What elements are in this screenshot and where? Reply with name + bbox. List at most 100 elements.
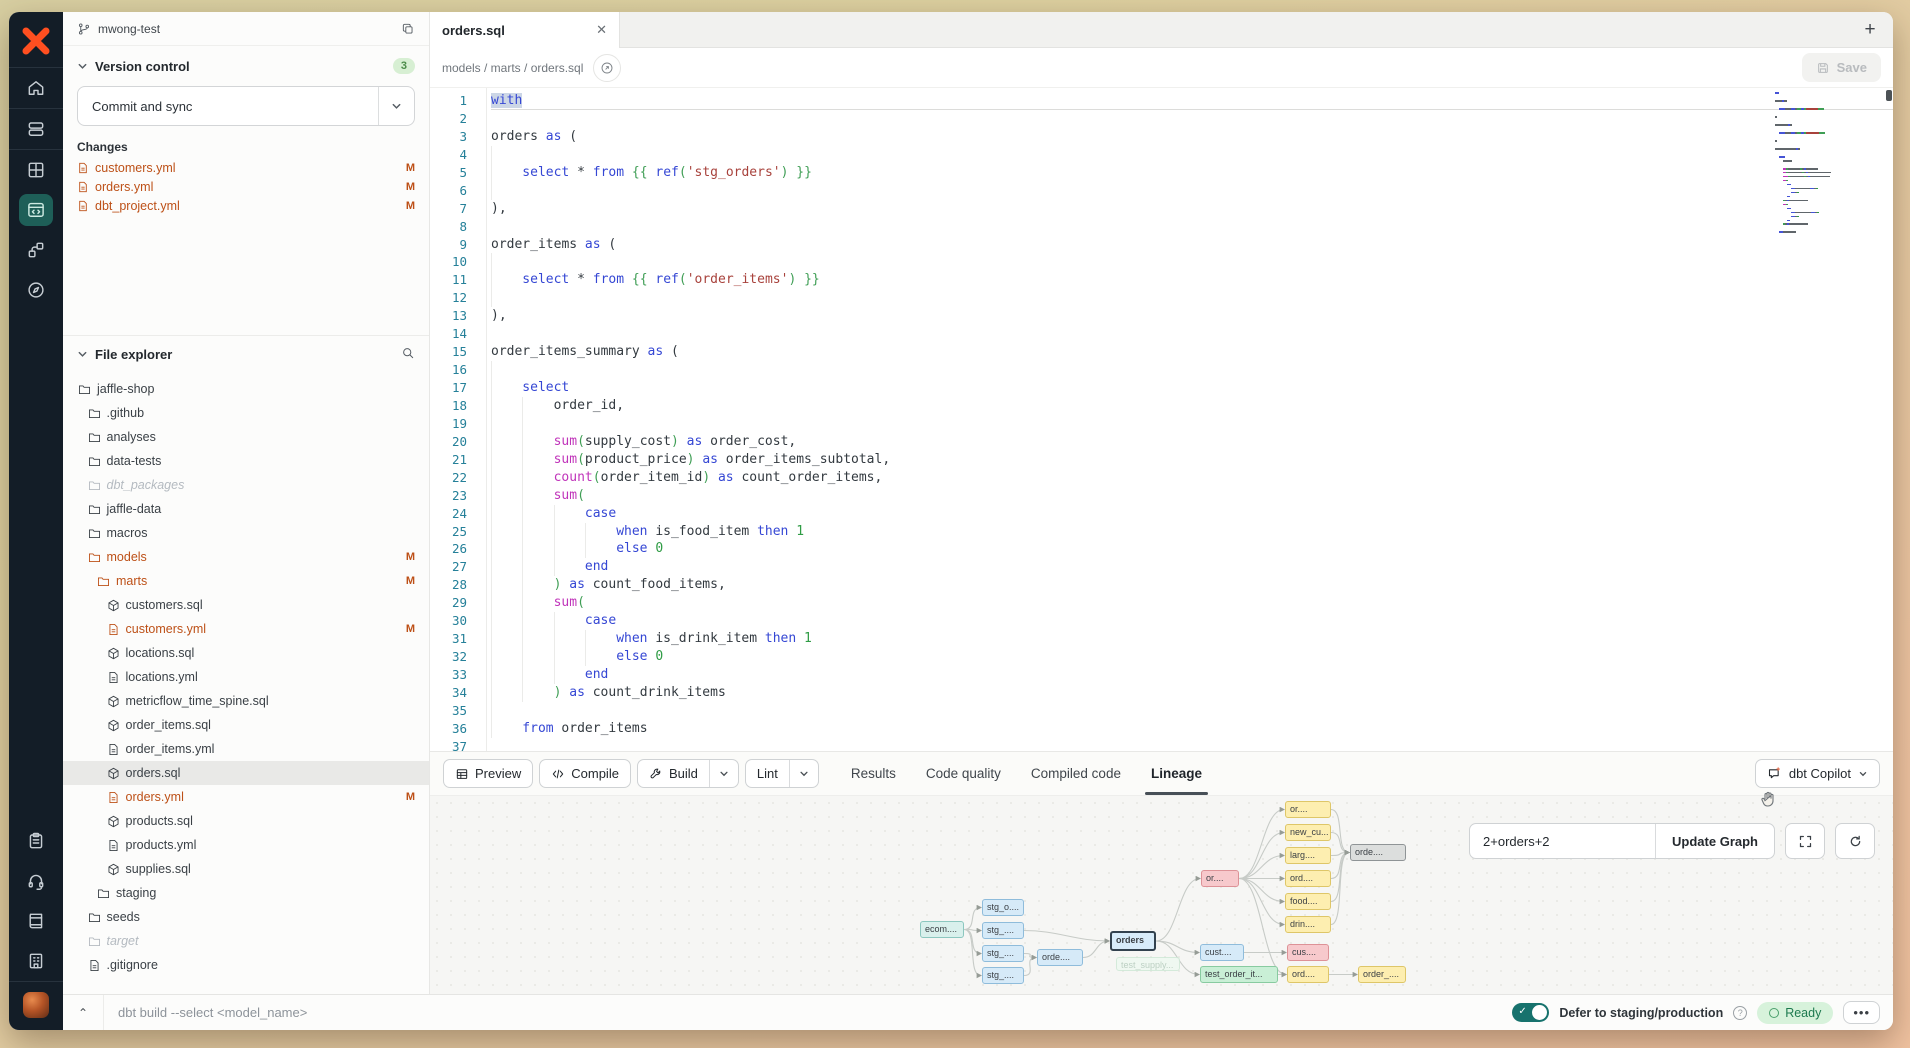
lineage-node-y_food[interactable]: food....: [1285, 893, 1331, 910]
building-icon[interactable]: [18, 941, 54, 981]
file-tree-item--gitignore[interactable]: .gitignore: [63, 953, 429, 977]
lineage-node-y_ord2[interactable]: ord....: [1287, 966, 1329, 983]
expand-command-chevron[interactable]: ⌃: [63, 1006, 103, 1020]
console-tab-code-quality[interactable]: Code quality: [926, 752, 1001, 795]
scrollbar-thumb[interactable]: [1886, 90, 1892, 101]
file-tree-item-analyses[interactable]: analyses: [63, 425, 429, 449]
lint-options-chevron[interactable]: [789, 760, 818, 787]
file-tree-item-metricflow-time-spine-sql[interactable]: metricflow_time_spine.sql: [63, 689, 429, 713]
console-tab-compiled-code[interactable]: Compiled code: [1031, 752, 1121, 795]
file-tree-item-staging[interactable]: staging: [63, 881, 429, 905]
fork-icon[interactable]: [18, 230, 54, 270]
version-control-header[interactable]: Version control 3: [63, 46, 429, 82]
file-tree-item-macros[interactable]: macros: [63, 521, 429, 545]
lineage-node-ghost[interactable]: test_supply...: [1116, 957, 1180, 971]
lineage-node-orders[interactable]: orders: [1110, 931, 1156, 951]
chevron-down-icon: [391, 101, 402, 112]
copy-icon[interactable]: [401, 22, 415, 36]
console-tab-results[interactable]: Results: [851, 752, 896, 795]
lineage-node-t_order[interactable]: test_order_it...: [1200, 966, 1278, 983]
save-button[interactable]: Save: [1802, 53, 1881, 82]
lineage-node-y_drin[interactable]: drin....: [1285, 916, 1331, 933]
minimap[interactable]: [1775, 92, 1879, 239]
file-tree-item-locations-sql[interactable]: locations.sql: [63, 641, 429, 665]
file-tree-item-supplies-sql[interactable]: supplies.sql: [63, 857, 429, 881]
file-tree-item-seeds[interactable]: seeds: [63, 905, 429, 929]
lineage-node-orde_l[interactable]: orde....: [1037, 949, 1083, 966]
file-tree-item-target[interactable]: target: [63, 929, 429, 953]
compile-button[interactable]: Compile: [539, 759, 631, 788]
lineage-node-y_larg[interactable]: larg....: [1285, 847, 1331, 864]
graph-selector-input[interactable]: 2+orders+2: [1470, 824, 1656, 858]
preview-button[interactable]: Preview: [443, 759, 533, 788]
lineage-node-stg_2[interactable]: stg_....: [982, 945, 1024, 962]
update-graph-button[interactable]: Update Graph: [1656, 824, 1774, 858]
command-input[interactable]: dbt build --select <model_name>: [104, 1005, 321, 1020]
console-tab-lineage[interactable]: Lineage: [1151, 752, 1202, 795]
file-tree-item-customers-sql[interactable]: customers.sql: [63, 593, 429, 617]
lineage-node-or_pink[interactable]: or....: [1201, 870, 1239, 887]
code-content[interactable]: withorders as (select * from {{ ref('stg…: [487, 88, 1893, 751]
file-tree-item-data-tests[interactable]: data-tests: [63, 449, 429, 473]
lint-button[interactable]: Lint: [746, 760, 789, 787]
dbt-logo-icon[interactable]: [20, 25, 52, 57]
file-tree-item-customers-yml[interactable]: customers.ymlM: [63, 617, 429, 641]
user-avatar[interactable]: [23, 992, 49, 1018]
file-tree-item-models[interactable]: modelsM: [63, 545, 429, 569]
new-tab-button[interactable]: +: [1847, 12, 1893, 47]
home-icon[interactable]: [18, 68, 54, 108]
dbt-copilot-button[interactable]: dbt Copilot: [1755, 759, 1880, 788]
commit-and-sync-select[interactable]: Commit and sync: [77, 86, 415, 126]
file-tree-item-order-items-sql[interactable]: order_items.sql: [63, 713, 429, 737]
code-editor-icon[interactable]: [19, 194, 53, 226]
build-button[interactable]: Build: [638, 760, 709, 787]
changed-file-row[interactable]: dbt_project.ymlM: [63, 196, 429, 215]
lineage-node-gray[interactable]: orde....: [1350, 844, 1406, 861]
code-editor[interactable]: 1234567891011121314151617181920212223242…: [430, 88, 1893, 751]
changed-file-row[interactable]: customers.ymlM: [63, 158, 429, 177]
lineage-node-y_or[interactable]: or....: [1285, 801, 1331, 818]
defer-toggle[interactable]: ✓: [1512, 1003, 1549, 1022]
changed-file-row[interactable]: orders.ymlM: [63, 177, 429, 196]
file-explorer-header[interactable]: File explorer: [63, 336, 429, 369]
lineage-node-y_newcu[interactable]: new_cu...: [1285, 824, 1331, 841]
editor-scrollbar[interactable]: [1884, 88, 1893, 751]
grid-icon[interactable]: [18, 150, 54, 190]
file-tree-item-order-items-yml[interactable]: order_items.yml: [63, 737, 429, 761]
file-tree-item-orders-yml[interactable]: orders.ymlM: [63, 785, 429, 809]
file-tree-item-jaffle-data[interactable]: jaffle-data: [63, 497, 429, 521]
file-search-button[interactable]: [401, 346, 415, 363]
git-branch-row[interactable]: mwong-test: [63, 12, 429, 46]
book-icon[interactable]: [18, 901, 54, 941]
file-tree-item-marts[interactable]: martsM: [63, 569, 429, 593]
file-tree-item-jaffle-shop[interactable]: jaffle-shop: [63, 377, 429, 401]
file-tree-item-dbt-packages[interactable]: dbt_packages: [63, 473, 429, 497]
help-icon[interactable]: ?: [1733, 1006, 1747, 1020]
lineage-node-stg_o[interactable]: stg_o....: [982, 899, 1024, 916]
more-options-button[interactable]: •••: [1843, 1001, 1880, 1024]
lineage-node-y_ord[interactable]: ord....: [1285, 870, 1331, 887]
lineage-node-stg_3[interactable]: stg_....: [982, 967, 1024, 984]
file-tree-item--github[interactable]: .github: [63, 401, 429, 425]
build-options-chevron[interactable]: [709, 760, 738, 787]
clipboard-icon[interactable]: [18, 821, 54, 861]
commit-options-chevron[interactable]: [378, 87, 414, 125]
compass-icon[interactable]: [18, 270, 54, 310]
file-tree-item-locations-yml[interactable]: locations.yml: [63, 665, 429, 689]
file-tree-item-products-yml[interactable]: products.yml: [63, 833, 429, 857]
close-tab-icon[interactable]: ✕: [596, 22, 607, 38]
lineage-node-cus_pink[interactable]: cus....: [1287, 944, 1329, 961]
tab-orders-sql[interactable]: orders.sql ✕: [430, 12, 620, 48]
lineage-node-stg_1[interactable]: stg_....: [982, 922, 1024, 939]
lineage-node-y_order2[interactable]: order_....: [1358, 966, 1406, 983]
stack-icon[interactable]: [18, 109, 54, 149]
lineage-node-cust[interactable]: cust....: [1200, 944, 1244, 961]
fullscreen-button[interactable]: [1785, 823, 1825, 859]
refresh-button[interactable]: [1835, 823, 1875, 859]
file-tree-item-products-sql[interactable]: products.sql: [63, 809, 429, 833]
lineage-node-ecom[interactable]: ecom....: [920, 921, 964, 938]
lineage-canvas[interactable]: 2+orders+2 Update Graph ecom....: [430, 796, 1893, 994]
headset-icon[interactable]: [18, 861, 54, 901]
file-tree-item-orders-sql[interactable]: orders.sql: [63, 761, 429, 785]
open-in-new-button[interactable]: [593, 54, 621, 82]
